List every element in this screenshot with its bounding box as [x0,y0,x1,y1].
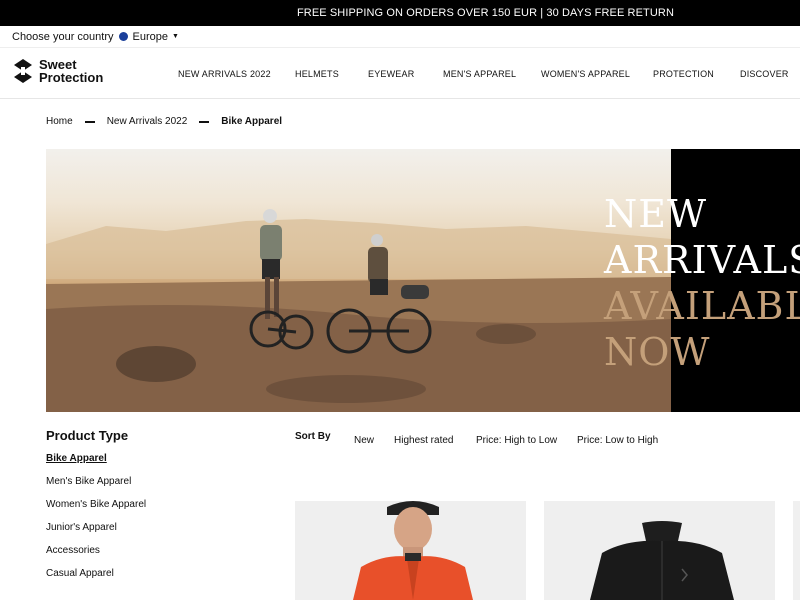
product-image [544,501,775,600]
country-selector[interactable]: Choose your country Europe ▼ [0,26,800,48]
product-card[interactable] [295,501,526,600]
nav-womens-apparel[interactable]: WOMEN'S APPAREL [541,69,630,79]
filter-accessories[interactable]: Accessories [46,545,100,556]
breadcrumb: Home New Arrivals 2022 Bike Apparel [46,116,282,127]
product-image [295,501,526,600]
sort-highest-rated[interactable]: Highest rated [394,435,453,446]
hero-banner[interactable]: NEW ARRIVALS AVAILABLE NOW [46,149,800,412]
sort-price-low-high[interactable]: Price: Low to High [577,435,658,446]
nav-new-arrivals[interactable]: NEW ARRIVALS 2022 [178,69,271,79]
filter-casual-apparel[interactable]: Casual Apparel [46,568,114,579]
hero-headline: NEW ARRIVALS AVAILABLE NOW [604,191,800,375]
filter-womens-bike-apparel[interactable]: Women's Bike Apparel [46,499,146,510]
nav-eyewear[interactable]: EYEWEAR [368,69,414,79]
nav-protection[interactable]: PROTECTION [653,69,714,79]
country-value[interactable]: Europe [133,31,168,43]
promo-banner: FREE SHIPPING ON ORDERS OVER 150 EUR | 3… [0,0,800,26]
nav-mens-apparel[interactable]: MEN'S APPAREL [443,69,516,79]
sort-label: Sort By [295,431,331,442]
filter-mens-bike-apparel[interactable]: Men's Bike Apparel [46,476,131,487]
breadcrumb-parent[interactable]: New Arrivals 2022 [107,116,188,127]
sort-price-high-low[interactable]: Price: High to Low [476,435,557,446]
site-header: Sweet Protection NEW ARRIVALS 2022 HELME… [0,48,800,99]
breadcrumb-home[interactable]: Home [46,116,73,127]
country-label: Choose your country [12,30,114,43]
eu-flag-icon [118,32,128,41]
sort-new[interactable]: New [354,435,374,446]
breadcrumb-separator [84,120,95,123]
product-card[interactable] [793,501,800,600]
hero-photo [46,149,671,412]
promo-text: FREE SHIPPING ON ORDERS OVER 150 EUR | 3… [296,7,674,19]
nav-helmets[interactable]: HELMETS [295,69,339,79]
hero-line-2: ARRIVALS [604,238,800,282]
nav-discover[interactable]: DISCOVER [740,69,789,79]
filter-title: Product Type [46,428,129,443]
hero-line-1: NEW [604,192,708,236]
breadcrumb-current: Bike Apparel [221,116,283,127]
caret-down-icon[interactable]: ▼ [172,33,179,40]
hero-line-3: AVAILABLE [604,284,800,328]
filter-juniors-apparel[interactable]: Junior's Apparel [46,522,117,533]
breadcrumb-separator [199,120,210,123]
main-nav: NEW ARRIVALS 2022 HELMETS EYEWEAR MEN'S … [0,48,800,99]
hero-line-4: NOW [604,330,711,374]
filter-bike-apparel[interactable]: Bike Apparel [46,453,107,464]
product-card[interactable] [544,501,775,600]
